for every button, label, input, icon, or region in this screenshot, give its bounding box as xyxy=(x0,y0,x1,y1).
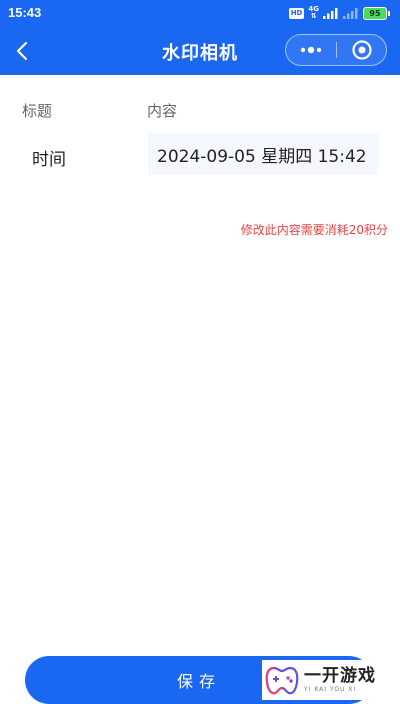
status-icons: HD 4G ⇅ 95 xyxy=(288,5,390,21)
signal-icon-secondary xyxy=(343,8,358,19)
time-input[interactable] xyxy=(148,133,378,175)
column-header-content: 内容 xyxy=(147,102,178,120)
miniprogram-capsule xyxy=(285,34,387,66)
column-header-title: 标题 xyxy=(22,102,53,120)
hd-badge: HD xyxy=(288,7,305,19)
battery-icon: 95 xyxy=(363,6,390,20)
header: 15:43 HD 4G ⇅ 95 水印相机 xyxy=(0,0,400,75)
target-close-icon xyxy=(351,40,372,60)
site-watermark: 一开游戏 YI KAI YOU XI xyxy=(262,660,400,700)
more-button[interactable] xyxy=(286,35,336,65)
time-label: 时间 xyxy=(32,150,66,170)
status-time: 15:43 xyxy=(8,5,42,20)
data-arrows-icon: ⇅ xyxy=(310,12,317,20)
signal-icon xyxy=(323,8,338,19)
nav-bar: 水印相机 xyxy=(0,26,400,75)
watermark-name: 一开游戏 xyxy=(304,666,376,686)
close-miniprogram-button[interactable] xyxy=(337,35,386,65)
cost-notice: 修改此内容需要消耗20积分 xyxy=(240,223,388,237)
watermark-pinyin: YI KAI YOU XI xyxy=(304,686,357,693)
gamepad-logo-icon xyxy=(265,666,299,695)
status-bar: 15:43 HD 4G ⇅ 95 xyxy=(0,0,400,26)
network-indicator: 4G ⇅ xyxy=(308,6,319,20)
watermark-text: 一开游戏 YI KAI YOU XI xyxy=(304,666,376,694)
battery-level: 95 xyxy=(363,6,387,20)
more-dots-icon xyxy=(300,46,322,54)
